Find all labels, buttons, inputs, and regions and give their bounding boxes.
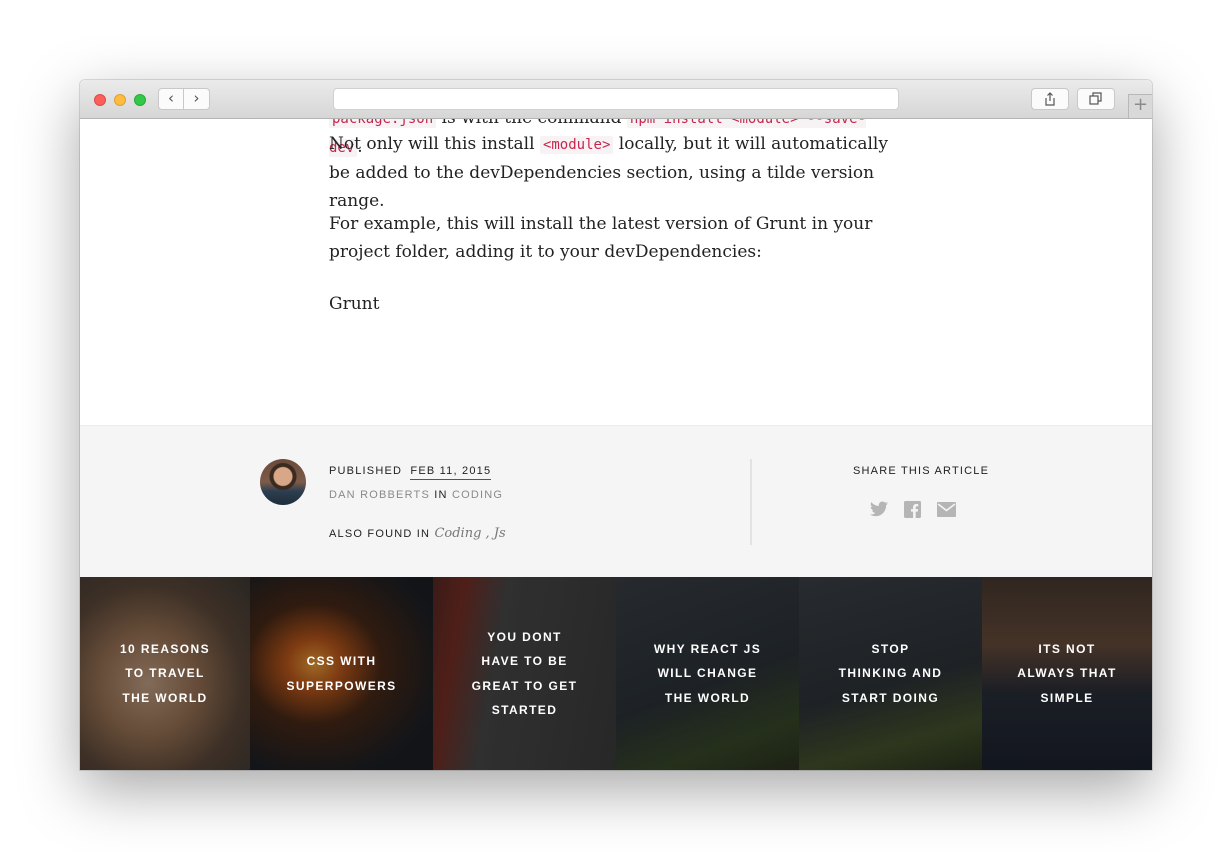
related-article-title: STOP THINKING AND START DOING [838, 641, 943, 705]
paragraph-text: Not only will this install [329, 134, 540, 154]
in-label: IN [434, 489, 448, 501]
article-meta-section: PUBLISHED FEB 11, 2015 DAN ROBBERTS IN C… [80, 425, 1152, 577]
forward-button[interactable]: › [184, 88, 210, 110]
inline-code: <module> [539, 136, 614, 154]
share-icons [870, 501, 970, 523]
related-article-card[interactable]: ITS NOT ALWAYS THAT SIMPLE [982, 577, 1152, 770]
close-window-button[interactable] [94, 94, 106, 106]
related-article-title: YOU DONT HAVE TO BE GREAT TO GET STARTED [471, 629, 578, 718]
published-label: PUBLISHED [329, 465, 403, 477]
back-button[interactable]: ‹ [158, 88, 184, 110]
show-tabs-button[interactable] [1077, 88, 1115, 110]
related-article-title: WHY REACT JS WILL CHANGE THE WORLD [653, 641, 762, 705]
related-articles: 10 REASONS TO TRAVEL THE WORLD CSS WITH … [80, 577, 1152, 770]
related-article-card[interactable]: 10 REASONS TO TRAVEL THE WORLD [80, 577, 250, 770]
new-tab-button[interactable]: + [1128, 94, 1152, 118]
minimize-window-button[interactable] [114, 94, 126, 106]
twitter-icon[interactable] [870, 501, 888, 522]
browser-window: ‹ › + package.json is with the command n… [80, 80, 1152, 770]
article-paragraph: Grunt [329, 294, 380, 314]
published-date-link[interactable]: FEB 11, 2015 [410, 465, 492, 480]
article-paragraph: For example, this will install the lates… [329, 214, 873, 262]
email-icon[interactable] [937, 502, 956, 522]
also-found-line: ALSO FOUND IN Coding , Js [329, 526, 506, 541]
related-article-card[interactable]: CSS WITH SUPERPOWERS [250, 577, 433, 770]
meta-divider [750, 459, 752, 545]
facebook-icon[interactable] [904, 501, 921, 523]
address-bar[interactable] [333, 88, 899, 110]
zoom-window-button[interactable] [134, 94, 146, 106]
tag-link[interactable]: Js [494, 526, 506, 541]
tag-separator: , [481, 526, 494, 541]
related-article-card[interactable]: STOP THINKING AND START DOING [799, 577, 982, 770]
author-avatar[interactable] [260, 459, 306, 505]
published-line: PUBLISHED FEB 11, 2015 [329, 465, 492, 480]
related-article-title: ITS NOT ALWAYS THAT SIMPLE [1017, 641, 1117, 705]
related-article-card[interactable]: WHY REACT JS WILL CHANGE THE WORLD [616, 577, 799, 770]
share-title: SHARE THIS ARTICLE [853, 465, 990, 477]
share-button[interactable] [1031, 88, 1069, 110]
article-body: package.json is with the command npm ins… [80, 108, 1152, 425]
author-link[interactable]: DAN ROBBERTS [329, 489, 430, 501]
related-article-title: 10 REASONS TO TRAVEL THE WORLD [119, 641, 211, 705]
tabs-icon [1089, 92, 1102, 105]
tag-link[interactable]: Coding [434, 526, 481, 541]
also-found-label: ALSO FOUND IN [329, 528, 431, 540]
related-article-title: CSS WITH SUPERPOWERS [286, 654, 397, 693]
share-icon [1045, 92, 1055, 106]
browser-titlebar: ‹ › + [80, 80, 1152, 119]
article-paragraph: Not only will this install <module> loca… [329, 130, 889, 215]
related-article-card[interactable]: YOU DONT HAVE TO BE GREAT TO GET STARTED [433, 577, 616, 770]
author-line: DAN ROBBERTS IN CODING [329, 489, 503, 501]
category-link[interactable]: CODING [452, 489, 503, 501]
